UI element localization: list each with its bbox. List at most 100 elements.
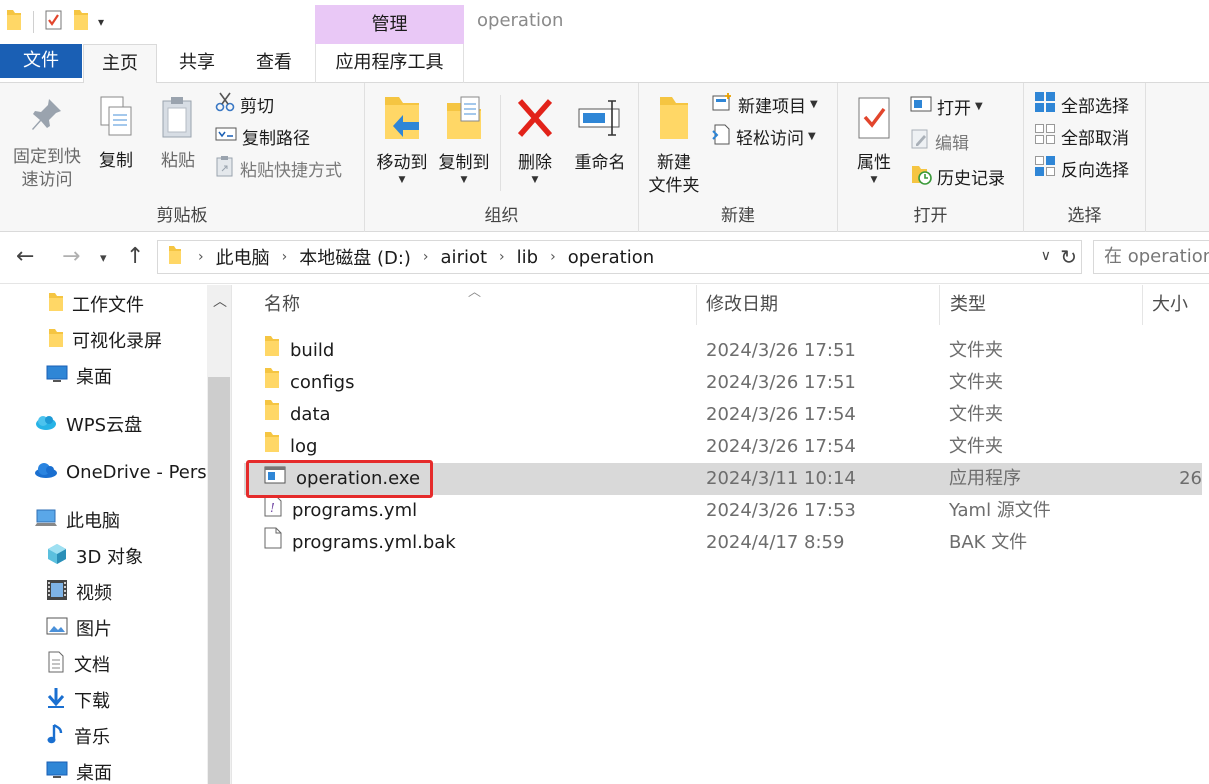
rename-label: 重命名 [574, 153, 626, 173]
nav-item-music[interactable]: 音乐 [46, 721, 110, 751]
pin-to-quick-access-button[interactable]: 固定到快 速访问 [6, 95, 88, 192]
nav-item-label: 图片 [76, 619, 112, 640]
file-row[interactable]: programs.yml.bak 2024/4/17 8:59 BAK 文件 [244, 527, 1202, 559]
tab-share[interactable]: 共享 [160, 44, 234, 83]
delete-button[interactable]: 删除 ▼ [508, 95, 562, 185]
history-button[interactable]: 历史记录 [910, 163, 1005, 189]
breadcrumb-lib[interactable]: lib [517, 247, 538, 268]
nav-item-pictures[interactable]: 图片 [46, 613, 112, 643]
select-none-button[interactable]: 全部取消 [1034, 123, 1129, 149]
nav-item-documents[interactable]: 文档 [46, 649, 110, 679]
up-arrow-icon[interactable]: ↑ [126, 244, 144, 270]
scroll-up-chevron-icon[interactable]: ︿ [213, 291, 227, 311]
search-input[interactable]: 在 operation [1093, 240, 1209, 274]
breadcrumb-airiot[interactable]: airiot [441, 247, 488, 268]
easy-access-button[interactable]: 轻松访问 ▼ [711, 123, 816, 149]
column-header-type[interactable]: 类型 [940, 285, 1143, 325]
nav-item-videos[interactable]: 视频 [46, 577, 112, 607]
history-label: 历史记录 [937, 168, 1005, 189]
nav-item-this-pc[interactable]: 此电脑 [34, 505, 120, 535]
clipboard-group-label: 剪贴板 [156, 206, 208, 226]
new-folder-button[interactable]: 新建 文件夹 [645, 95, 703, 198]
copy-path-button[interactable]: 复制路径 [215, 123, 310, 149]
copy-path-label: 复制路径 [242, 128, 310, 149]
rename-button[interactable]: 重命名 [567, 95, 633, 175]
breadcrumb-this-pc[interactable]: 此电脑 [216, 244, 270, 270]
tab-view[interactable]: 查看 [237, 44, 311, 83]
address-bar[interactable]: › 此电脑 › 本地磁盘 (D:) › airiot › lib › opera… [157, 240, 1082, 274]
recent-locations-chevron-down-icon[interactable]: ▾ [100, 246, 107, 272]
refresh-icon[interactable]: ↻ [1060, 245, 1077, 269]
manage-contextual-tab[interactable]: 管理 [315, 5, 464, 44]
back-arrow-icon[interactable]: ← [16, 244, 34, 270]
pin-label-line1: 固定到快 [13, 147, 81, 167]
delete-x-icon [508, 95, 562, 148]
cut-button[interactable]: 剪切 [215, 91, 274, 117]
file-type: BAK 文件 [949, 532, 1028, 553]
breadcrumb-local-disk-d[interactable]: 本地磁盘 (D:) [299, 244, 411, 270]
address-history-chevron-down-icon[interactable]: ∨ [1041, 248, 1051, 264]
cut-label: 剪切 [240, 96, 274, 117]
nav-item-screen-recordings[interactable]: 可视化录屏 [48, 325, 162, 355]
new-item-label: 新建项目 [738, 96, 806, 117]
nav-item-3d-objects[interactable]: 3D 对象 [46, 541, 143, 571]
select-all-button[interactable]: 全部选择 [1034, 91, 1129, 117]
properties-button[interactable]: 属性 ▼ [848, 95, 900, 185]
file-name: build [290, 340, 335, 361]
breadcrumb-chevron-icon[interactable]: › [499, 249, 505, 265]
column-header-date[interactable]: 修改日期 [696, 285, 940, 325]
column-header-name[interactable]: 名称 [254, 285, 697, 325]
qat-customize-chevron-down-icon[interactable]: ▾ [98, 15, 104, 29]
open-button[interactable]: 打开 ▼ [910, 93, 983, 119]
music-icon [46, 723, 66, 750]
tab-home[interactable]: 主页 [83, 44, 157, 84]
desktop-icon [46, 365, 68, 388]
new-folder-qat-icon[interactable] [73, 9, 89, 35]
move-to-chevron-down-icon: ▼ [398, 175, 406, 185]
file-row[interactable]: log 2024/3/26 17:54 文件夹 [244, 431, 1202, 463]
file-row[interactable]: data 2024/3/26 17:54 文件夹 [244, 399, 1202, 431]
edit-button[interactable]: 编辑 [910, 128, 969, 154]
nav-item-downloads[interactable]: 下载 [46, 685, 110, 715]
pin-label-line2: 速访问 [21, 170, 73, 190]
cloud-icon [34, 413, 58, 436]
breadcrumb-chevron-icon[interactable]: › [550, 249, 556, 265]
easy-access-icon [711, 123, 731, 150]
file-row[interactable]: configs 2024/3/26 17:51 文件夹 [244, 367, 1202, 399]
paste-label: 粘贴 [161, 151, 195, 171]
breadcrumb-chevron-icon[interactable]: › [198, 249, 204, 265]
file-name: configs [290, 372, 355, 393]
nav-pane-scrollbar[interactable]: ︿ [207, 285, 231, 784]
tab-app-tools[interactable]: 应用程序工具 [315, 44, 464, 83]
forward-arrow-icon[interactable]: → [62, 244, 80, 270]
easy-access-chevron-down-icon: ▼ [808, 130, 816, 142]
paste-button[interactable]: 粘贴 [154, 95, 202, 173]
breadcrumb-chevron-icon[interactable]: › [282, 249, 288, 265]
invert-selection-button[interactable]: 反向选择 [1034, 155, 1129, 181]
nav-item-desktop[interactable]: 桌面 [46, 361, 112, 391]
computer-icon [34, 508, 58, 533]
file-name: programs.yml.bak [292, 532, 456, 553]
yaml-file-icon: ! [264, 495, 282, 528]
nav-item-onedrive[interactable]: OneDrive - Persc [34, 457, 208, 487]
tab-file[interactable]: 文件 [0, 44, 82, 78]
paste-shortcut-button[interactable]: 粘贴快捷方式 [215, 155, 342, 181]
breadcrumb-operation[interactable]: operation [568, 247, 654, 268]
quick-access-toolbar: ▾ [6, 8, 113, 36]
copy-button[interactable]: 复制 [92, 95, 140, 173]
nav-item-wps-cloud[interactable]: WPS云盘 [34, 409, 142, 439]
new-item-button[interactable]: 新建项目 ▼ [711, 91, 818, 117]
breadcrumb-chevron-icon[interactable]: › [423, 249, 429, 265]
move-to-button[interactable]: 移动到 ▼ [371, 95, 433, 185]
file-row[interactable]: build 2024/3/26 17:51 文件夹 [244, 335, 1202, 367]
nav-item-desktop-2[interactable]: 桌面 [46, 757, 112, 784]
nav-item-work-files[interactable]: 工作文件 [48, 289, 144, 319]
3d-objects-icon [46, 543, 68, 570]
folder-icon [264, 399, 280, 432]
file-row[interactable]: ! programs.yml 2024/3/26 17:53 Yaml 源文件 [244, 495, 1202, 527]
column-header-size[interactable]: 大小 [1142, 285, 1209, 325]
copy-to-button[interactable]: 复制到 ▼ [433, 95, 495, 185]
properties-check-icon[interactable] [44, 9, 64, 35]
scrollbar-thumb[interactable] [208, 377, 230, 784]
folder-icon[interactable] [6, 9, 22, 35]
